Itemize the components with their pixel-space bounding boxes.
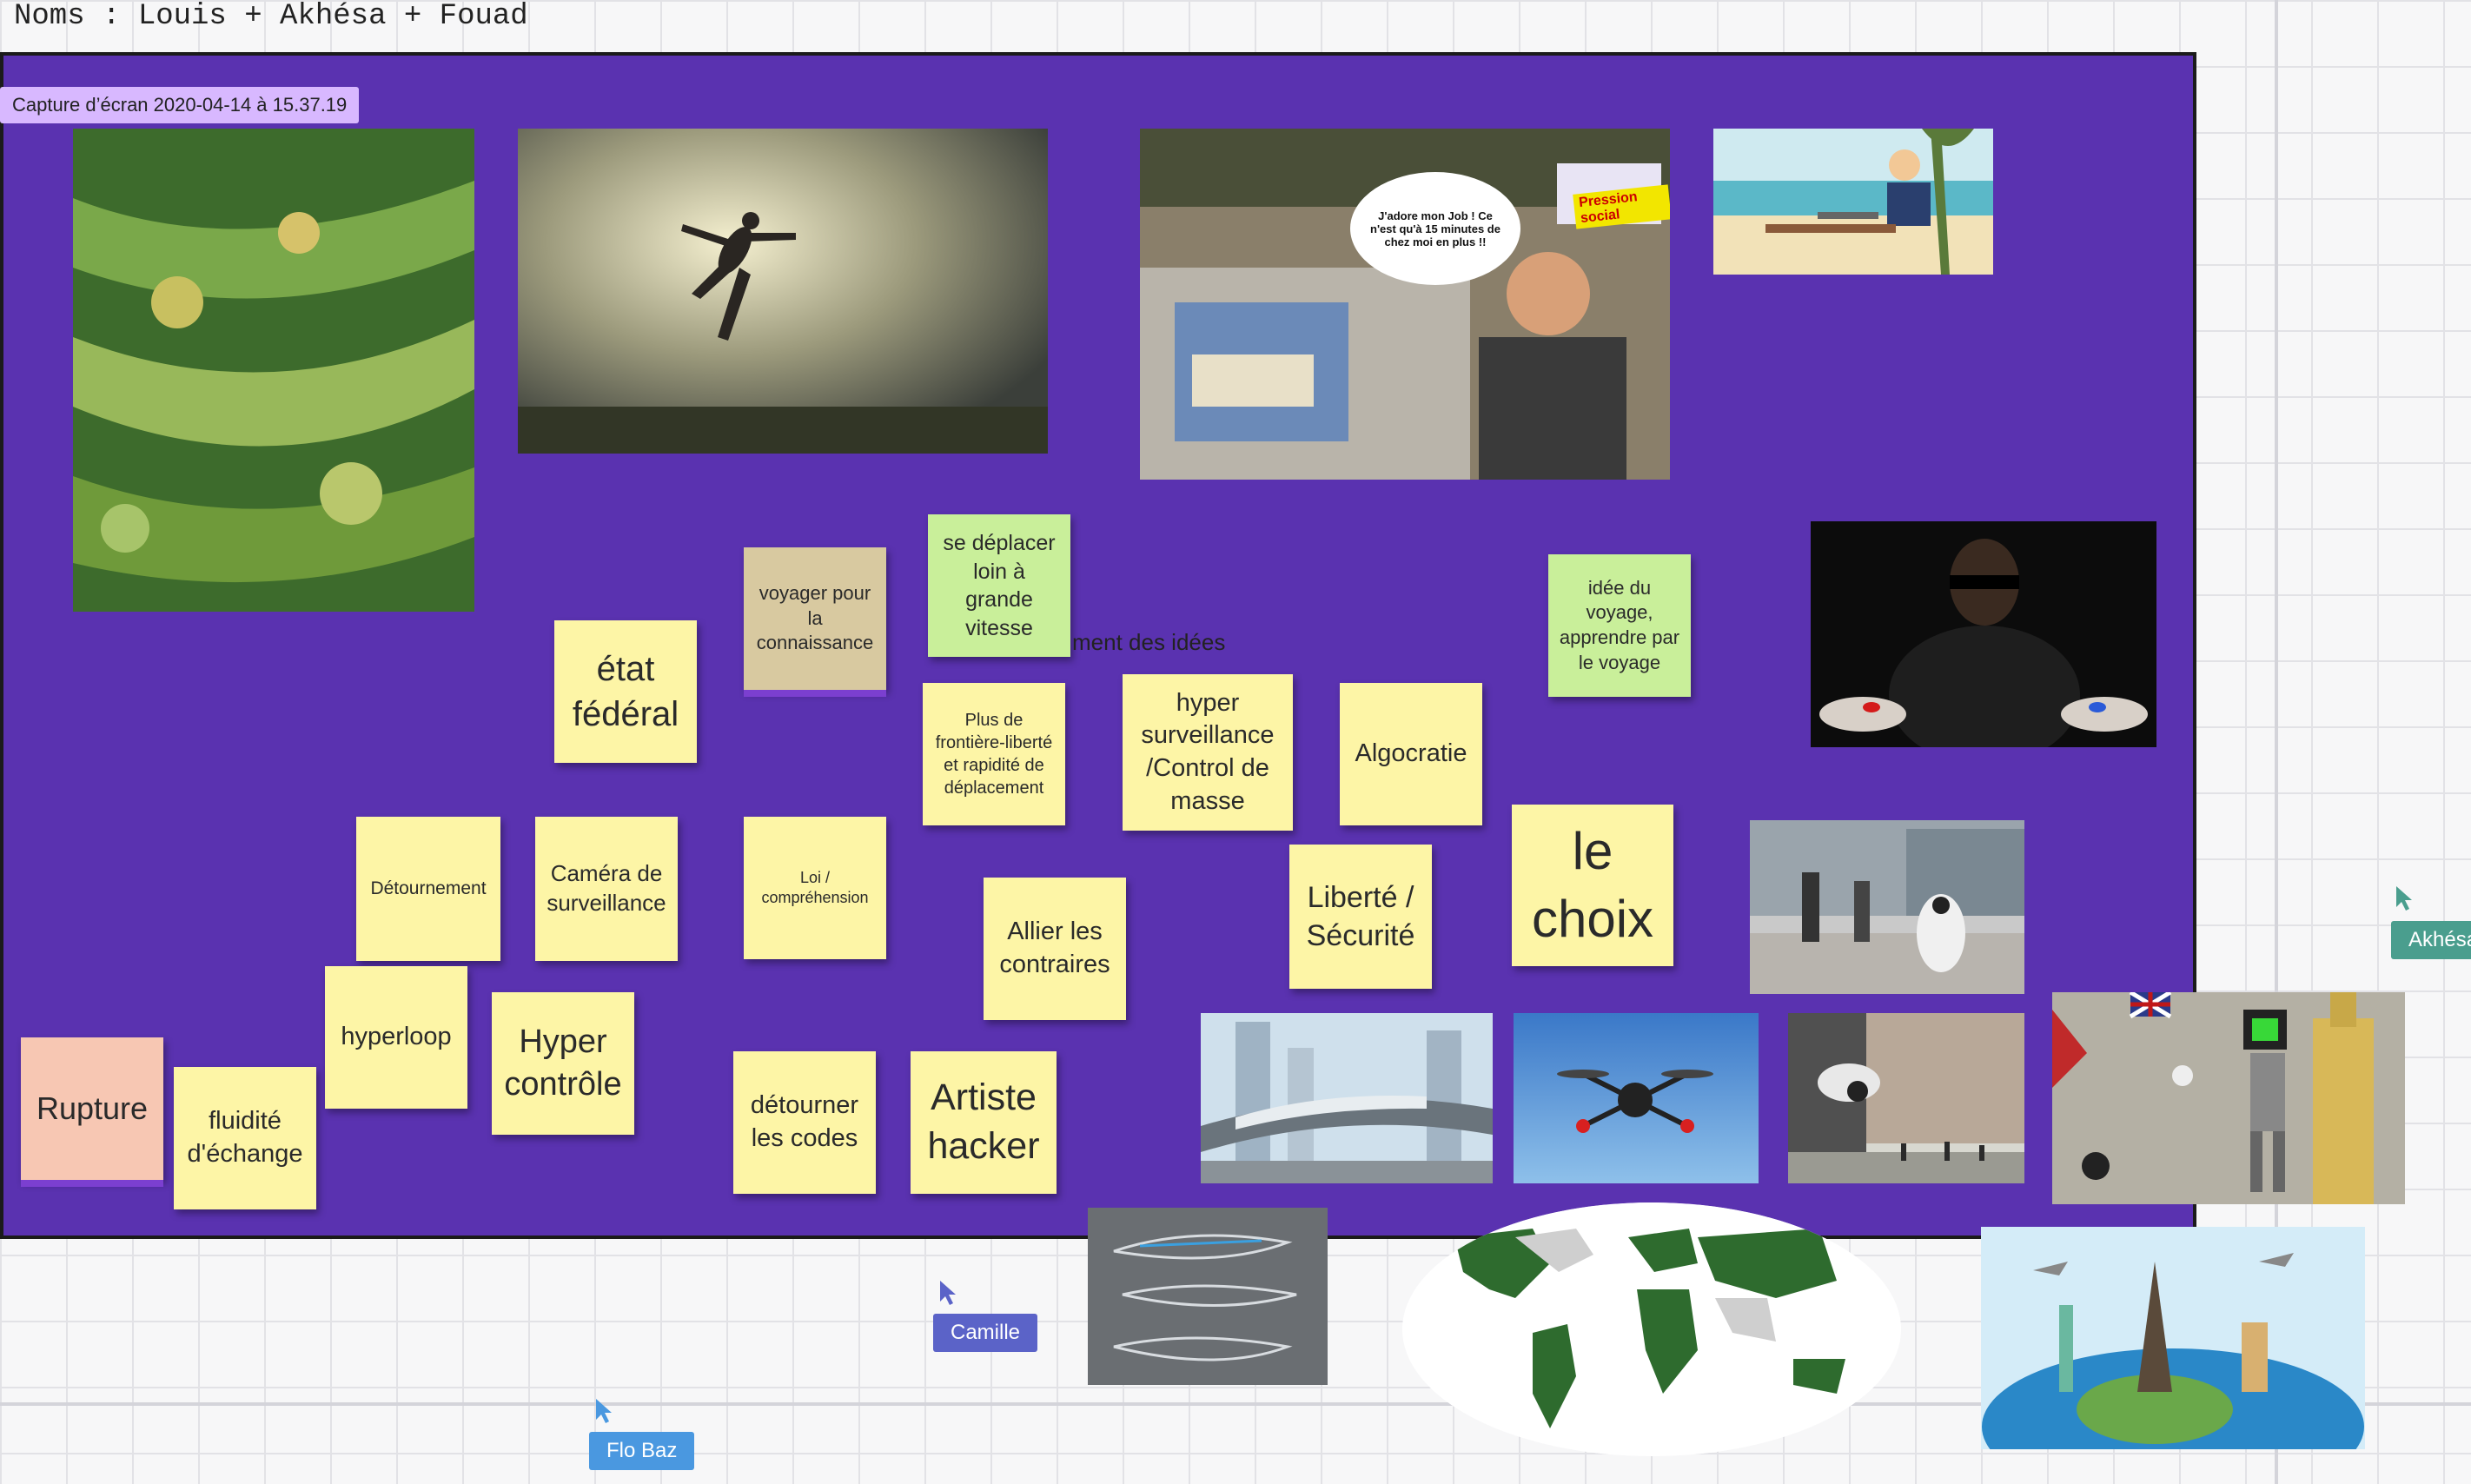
matrix-pills-photo[interactable]	[1811, 521, 2156, 747]
sticky-note-detournement[interactable]: Détournement	[356, 817, 500, 961]
sticky-note-detourner[interactable]: détourner les codes	[733, 1051, 876, 1194]
sticky-note-fluidite[interactable]: fluidité d'échange	[174, 1067, 316, 1209]
beach-laptop-illustration[interactable]	[1713, 129, 1993, 275]
sticky-note-liberte[interactable]: Liberté / Sécurité	[1289, 845, 1432, 989]
text-fragment-idees[interactable]: ment des idées	[1072, 629, 1225, 656]
sticky-note-voyager[interactable]: voyager pour la connaissance	[744, 547, 886, 690]
sticky-note-hyper-controle[interactable]: Hyper contrôle	[492, 992, 634, 1135]
board-title: Noms : Louis + Akhésa + Fouad	[14, 0, 528, 33]
speech-bubble: J'adore mon Job ! Ce n'est qu'à 15 minut…	[1350, 172, 1520, 285]
cursor-pointer-icon	[2395, 884, 2415, 917]
frame-label[interactable]: Capture d’écran 2020-04-14 à 15.37.19	[0, 87, 360, 123]
cctv-street-photo[interactable]	[1788, 1013, 2024, 1183]
sticky-note-hyper-surveillance[interactable]: hyper surveillance /Control de masse	[1123, 674, 1293, 831]
sticky-note-allier[interactable]: Allier les contraires	[984, 878, 1126, 1020]
street-robot-photo[interactable]	[1750, 820, 2024, 994]
world-map[interactable]	[1402, 1202, 1901, 1456]
sticky-note-loi[interactable]: Loi / compréhension	[744, 817, 886, 959]
travel-globe-illustration[interactable]	[1981, 1227, 2365, 1449]
banksy-robot-art[interactable]	[2052, 992, 2405, 1204]
cursor-pointer-icon	[594, 1397, 615, 1429]
hyperloop-sketch[interactable]	[1088, 1208, 1328, 1385]
sticky-note-rupture[interactable]: Rupture	[21, 1037, 163, 1180]
cursor-label-akhesa: Akhésa	[2391, 921, 2471, 959]
sticky-note-hyperloop[interactable]: hyperloop	[325, 966, 467, 1109]
sticky-note-artiste[interactable]: Artiste hacker	[911, 1051, 1057, 1194]
office-worker-comic[interactable]: J'adore mon Job ! Ce n'est qu'à 15 minut…	[1140, 129, 1670, 480]
sticky-note-algocratie[interactable]: Algocratie	[1340, 683, 1482, 825]
sticky-note-le-choix[interactable]: le choix	[1512, 805, 1673, 966]
drone-photo[interactable]	[1514, 1013, 1759, 1183]
maglev-train-photo[interactable]	[1201, 1013, 1493, 1183]
cursor-label-camille: Camille	[933, 1314, 1038, 1352]
sticky-note-se-deplacer[interactable]: se déplacer loin à grande vitesse	[928, 514, 1070, 657]
sticky-note-plus-frontiere[interactable]: Plus de frontière-liberté et rapidité de…	[923, 683, 1065, 825]
vegetable-garden-photo[interactable]	[73, 129, 474, 612]
cursor-pointer-icon	[938, 1279, 959, 1311]
sticky-note-idee-voyage[interactable]: idée du voyage, apprendre par le voyage	[1548, 554, 1691, 697]
sticky-note-camera[interactable]: Caméra de surveillance	[535, 817, 678, 961]
woman-jumping-photo[interactable]	[518, 129, 1048, 454]
sticky-note-etat-federal[interactable]: état fédéral	[554, 620, 697, 763]
cursor-label-flo-baz: Flo Baz	[589, 1432, 695, 1470]
